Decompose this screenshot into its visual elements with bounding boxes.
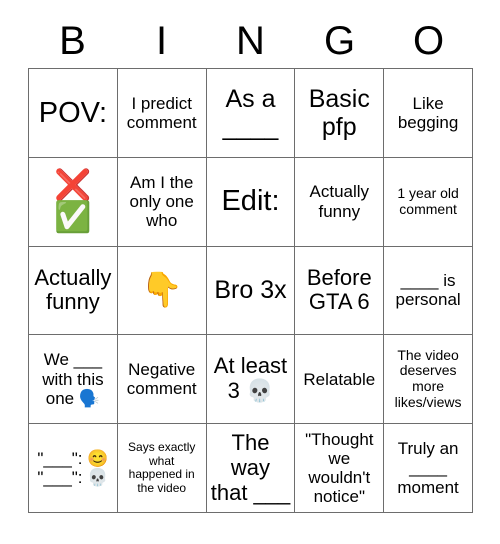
bingo-cell-text: We ___ with this one 🗣️ [42, 350, 109, 408]
bingo-header: B I N G O [28, 14, 473, 68]
bingo-cell-b5[interactable]: "___": 😊 "___": 💀 [29, 424, 118, 513]
bingo-cell-text: Like begging [397, 93, 459, 132]
bingo-header-letter-b: B [59, 19, 86, 63]
bingo-grid: POV: I predict comment As a ____ Basic p… [28, 68, 473, 513]
bingo-cell-b1[interactable]: POV: [29, 69, 118, 158]
bingo-cell-text: Edit: [221, 185, 280, 218]
bingo-cell-n4[interactable]: At least 3 💀 [206, 335, 296, 425]
bingo-header-letter-g: G [323, 19, 356, 63]
bingo-cell-n2[interactable]: Edit: [206, 157, 296, 247]
bingo-cell-i5[interactable]: Says exactly what happened in the video [117, 424, 207, 513]
bingo-cell-g1[interactable]: Basic pfp [295, 69, 385, 158]
bingo-header-letter-o: O [412, 19, 445, 63]
bingo-cell-text: 1 year old comment [397, 184, 463, 217]
bingo-cell-emoji-cross-check: ❌ ✅ [54, 169, 92, 234]
bingo-cell-n3[interactable]: Bro 3x [206, 246, 296, 336]
bingo-cell-text: Actually funny [309, 182, 374, 221]
bingo-cell-g5[interactable]: "Thought we wouldn't notice" [295, 424, 385, 513]
bingo-cell-text: ____ is personal [395, 271, 461, 310]
bingo-cell-text: "___": 😊 "___": 💀 [37, 448, 109, 488]
bingo-cell-text: As a ____ [222, 84, 279, 141]
bingo-cell-emoji-point-down: 👇 [140, 271, 183, 310]
bingo-cell-text: I predict comment [126, 93, 197, 132]
bingo-cell-text: The way that ___ [210, 429, 291, 505]
bingo-card: B I N G O POV: I predict comment As a __… [0, 0, 500, 544]
bingo-cell-g3[interactable]: Before GTA 6 [295, 246, 385, 336]
bingo-cell-o1[interactable]: Like begging [384, 69, 473, 158]
bingo-cell-n1[interactable]: As a ____ [206, 69, 296, 158]
bingo-cell-text: Basic pfp [308, 84, 377, 141]
bingo-cell-o3[interactable]: ____ is personal [384, 246, 473, 336]
bingo-cell-b2[interactable]: ❌ ✅ [29, 157, 118, 247]
bingo-cell-o5[interactable]: Truly an ____ moment [384, 424, 473, 513]
bingo-cell-i2[interactable]: Am I the only one who [117, 157, 207, 247]
bingo-cell-g4[interactable]: Relatable [295, 335, 385, 425]
bingo-cell-text: Negative comment [126, 360, 200, 399]
bingo-cell-i4[interactable]: Negative comment [117, 335, 207, 425]
bingo-cell-i3[interactable]: 👇 [117, 246, 207, 336]
bingo-cell-text: Bro 3x [214, 276, 287, 305]
bingo-cell-text: Actually funny [34, 264, 118, 315]
bingo-header-letter-n: N [236, 19, 265, 63]
bingo-header-letter-i: I [155, 19, 168, 63]
bingo-cell-o4[interactable]: The video deserves more likes/views [384, 335, 473, 425]
bingo-cell-text: The video deserves more likes/views [394, 346, 463, 411]
bingo-cell-n5[interactable]: The way that ___ [206, 424, 296, 513]
bingo-cell-i1[interactable]: I predict comment [117, 69, 207, 158]
bingo-cell-text: Says exactly what happened in the video [128, 440, 199, 495]
bingo-cell-o2[interactable]: 1 year old comment [384, 157, 473, 247]
bingo-cell-text: POV: [38, 96, 108, 129]
bingo-cell-b3[interactable]: Actually funny [29, 246, 118, 336]
bingo-cell-text: Am I the only one who [129, 172, 199, 231]
bingo-cell-text: Truly an ____ moment [397, 439, 464, 497]
bingo-cell-text: Before GTA 6 [306, 264, 378, 315]
bingo-cell-text: At least 3 💀 [213, 353, 294, 404]
bingo-cell-b4[interactable]: We ___ with this one 🗣️ [29, 335, 118, 425]
bingo-cell-text: "Thought we wouldn't notice" [305, 429, 379, 507]
bingo-cell-text: Relatable [303, 369, 376, 389]
bingo-cell-g2[interactable]: Actually funny [295, 157, 385, 247]
